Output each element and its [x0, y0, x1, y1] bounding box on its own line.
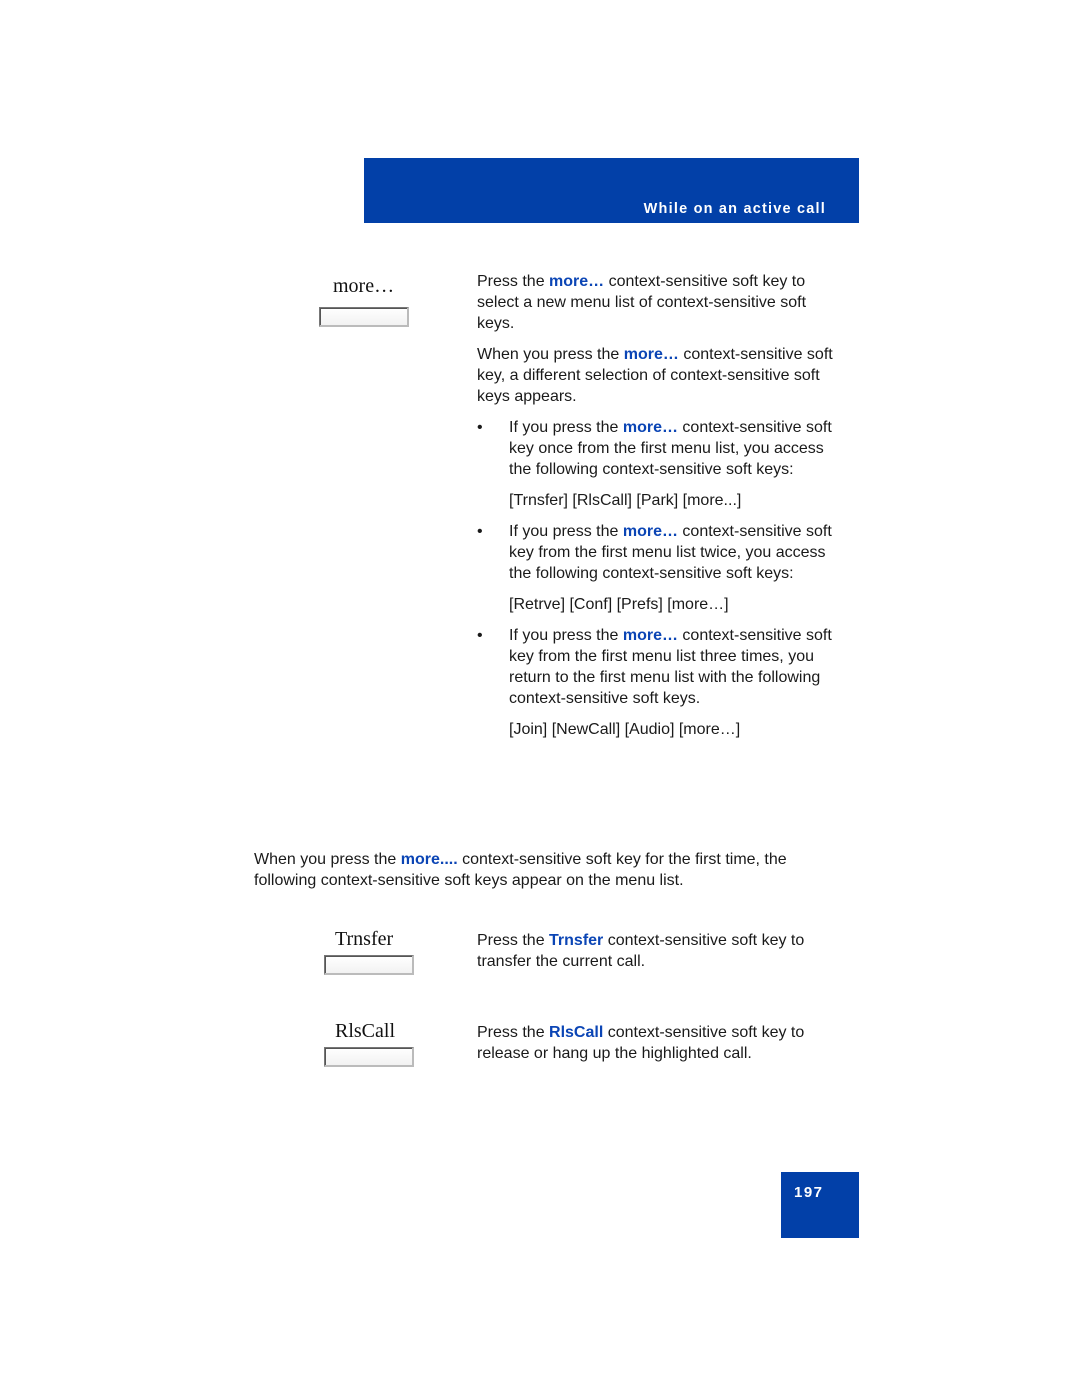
bullet-icon: • [477, 419, 483, 436]
more-description: Press the more… context-sensitive soft k… [477, 271, 837, 750]
header-bar: While on an active call [364, 158, 859, 223]
rlscall-softkey[interactable] [324, 1047, 414, 1067]
trnsfer-key-label: Trnsfer [335, 928, 394, 950]
rlscall-description: Press the RlsCall context-sensitive soft… [477, 1024, 805, 1062]
bullet-item: • If you press the more… context-sensiti… [477, 523, 832, 582]
more-softkey[interactable] [319, 307, 409, 327]
page-number: 197 [794, 1184, 824, 1201]
bullet-icon: • [477, 627, 483, 644]
intro-paragraph: When you press the more.... context-sens… [254, 851, 787, 889]
more-key-label: more… [333, 275, 395, 297]
bullet-icon: • [477, 523, 483, 540]
softkey-list: [Trnsfer] [RlsCall] [Park] [more...] [509, 492, 742, 509]
bullet-item: • If you press the more… context-sensiti… [477, 627, 832, 707]
softkey-list: [Retrve] [Conf] [Prefs] [more…] [509, 596, 729, 613]
softkey-list: [Join] [NewCall] [Audio] [more…] [509, 721, 741, 738]
bullet-item: • If you press the more… context-sensiti… [477, 419, 832, 478]
more-para-1: Press the more… context-sensitive soft k… [477, 273, 807, 332]
rlscall-key-label: RlsCall [335, 1020, 396, 1042]
trnsfer-softkey[interactable] [324, 955, 414, 975]
more-para-2: When you press the more… context-sensiti… [477, 346, 833, 405]
trnsfer-description: Press the Trnsfer context-sensitive soft… [477, 932, 805, 970]
header-title: While on an active call [643, 201, 826, 217]
page-number-box: 197 [781, 1172, 859, 1238]
